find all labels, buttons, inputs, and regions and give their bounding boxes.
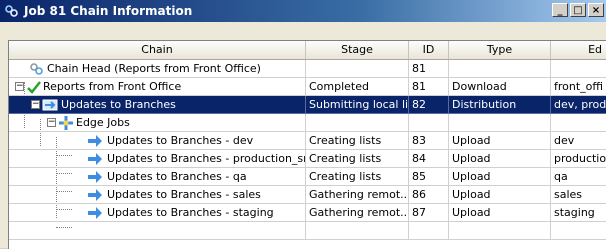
table-row[interactable]: Updates to Branches - production_srv Cre… [9, 150, 606, 168]
chain-cell: Updates to Branches - qa [9, 168, 306, 186]
window-client-area: Chain Stage ID Type Ed Chain Head (Repor… [0, 22, 606, 249]
ed-cell [551, 114, 606, 132]
type-cell: Download [449, 78, 551, 96]
table-row[interactable]: − Reports from Front Office Completed 81… [9, 78, 606, 96]
empty-row [9, 222, 606, 240]
ed-cell: dev, prod [551, 96, 606, 114]
stage-cell: Submitting local list [306, 96, 409, 114]
empty-cell [551, 222, 606, 240]
chain-cell: − Reports from Front Office [9, 78, 306, 96]
chain-name: Updates to Branches [61, 98, 176, 111]
id-cell [409, 114, 449, 132]
chain-name: Updates to Branches - qa [107, 170, 247, 183]
ed-cell: front_offi [551, 78, 606, 96]
chain-name: Chain Head (Reports from Front Office) [47, 62, 261, 75]
arrow-right-icon [88, 189, 102, 201]
stage-cell: Creating lists [306, 150, 409, 168]
chain-cell: Updates to Branches - sales [9, 186, 306, 204]
chain-cell: Updates to Branches - staging [9, 204, 306, 222]
ed-cell: production [551, 150, 606, 168]
column-header-type[interactable]: Type [449, 41, 551, 59]
window-title: Job 81 Chain Information [24, 4, 193, 18]
table-row[interactable]: Updates to Branches - sales Gathering re… [9, 186, 606, 204]
ed-cell: qa [551, 168, 606, 186]
minimize-button[interactable]: _ [552, 3, 568, 17]
ed-cell: dev [551, 132, 606, 150]
distribution-icon [42, 99, 58, 111]
type-cell [449, 60, 551, 78]
type-cell [449, 114, 551, 132]
id-cell: 85 [409, 168, 449, 186]
chain-info-window: Job 81 Chain Information _ □ × Chain Sta… [0, 0, 606, 249]
column-header-ed[interactable]: Ed [551, 41, 606, 59]
stage-cell [306, 60, 409, 78]
id-cell: 81 [409, 60, 449, 78]
checkmark-icon [27, 81, 41, 94]
arrow-right-icon [88, 135, 102, 147]
chain-link-icon [30, 63, 43, 75]
id-cell: 87 [409, 204, 449, 222]
table-row[interactable]: Updates to Branches - staging Gathering … [9, 204, 606, 222]
empty-cell [306, 222, 409, 240]
chain-cell: Updates to Branches - production_srv [9, 150, 306, 168]
table-row[interactable]: Updates to Branches - dev Creating lists… [9, 132, 606, 150]
chain-name: Updates to Branches - production_srv [107, 152, 306, 165]
type-cell: Upload [449, 132, 551, 150]
type-cell: Upload [449, 186, 551, 204]
maximize-button[interactable]: □ [570, 3, 586, 17]
arrow-right-icon [88, 207, 102, 219]
stage-cell: Creating lists [306, 168, 409, 186]
chain-cell: − Edge Jobs [9, 114, 306, 132]
chain-cell: − Updates to Branches [9, 96, 306, 114]
chain-name: Reports from Front Office [43, 80, 182, 93]
table-row[interactable]: Chain Head (Reports from Front Office) 8… [9, 60, 606, 78]
chain-tree-grid[interactable]: Chain Stage ID Type Ed Chain Head (Repor… [8, 40, 606, 249]
chain-name: Updates to Branches - sales [107, 188, 261, 201]
table-row[interactable]: Updates to Branches - qa Creating lists … [9, 168, 606, 186]
type-cell: Upload [449, 168, 551, 186]
id-cell: 82 [409, 96, 449, 114]
edge-jobs-icon [59, 116, 73, 130]
chain-name: Edge Jobs [76, 116, 130, 129]
id-cell: 84 [409, 150, 449, 168]
chain-link-icon [5, 5, 18, 17]
table-row-selected[interactable]: − Updates to Branches Submitting local l… [9, 96, 606, 114]
id-cell: 83 [409, 132, 449, 150]
table-row[interactable]: − Edge Jobs [9, 114, 606, 132]
collapse-toggle[interactable]: − [15, 82, 24, 91]
empty-cell [409, 222, 449, 240]
ed-cell: staging [551, 204, 606, 222]
chain-name: Updates to Branches - dev [107, 134, 254, 147]
collapse-toggle[interactable]: − [31, 100, 40, 109]
stage-cell: Gathering remot... [306, 186, 409, 204]
empty-cell [449, 222, 551, 240]
chain-cell: Updates to Branches - dev [9, 132, 306, 150]
chain-name: Updates to Branches - staging [107, 206, 274, 219]
grid-header: Chain Stage ID Type Ed [9, 41, 606, 60]
column-header-chain[interactable]: Chain [9, 41, 306, 59]
chain-cell: Chain Head (Reports from Front Office) [9, 60, 306, 78]
arrow-right-icon [88, 171, 102, 183]
id-cell: 81 [409, 78, 449, 96]
ed-cell [551, 60, 606, 78]
id-cell: 86 [409, 186, 449, 204]
column-header-id[interactable]: ID [409, 41, 449, 59]
close-button[interactable]: × [588, 3, 604, 17]
type-cell: Upload [449, 204, 551, 222]
stage-cell: Creating lists [306, 132, 409, 150]
arrow-right-icon [88, 153, 102, 165]
collapse-toggle[interactable]: − [47, 118, 56, 127]
stage-cell: Gathering remot... [306, 204, 409, 222]
column-header-stage[interactable]: Stage [306, 41, 409, 59]
type-cell: Upload [449, 150, 551, 168]
stage-cell [306, 114, 409, 132]
stage-cell: Completed [306, 78, 409, 96]
title-bar[interactable]: Job 81 Chain Information _ □ × [0, 0, 606, 22]
type-cell: Distribution [449, 96, 551, 114]
empty-cell [9, 222, 306, 240]
ed-cell: sales [551, 186, 606, 204]
